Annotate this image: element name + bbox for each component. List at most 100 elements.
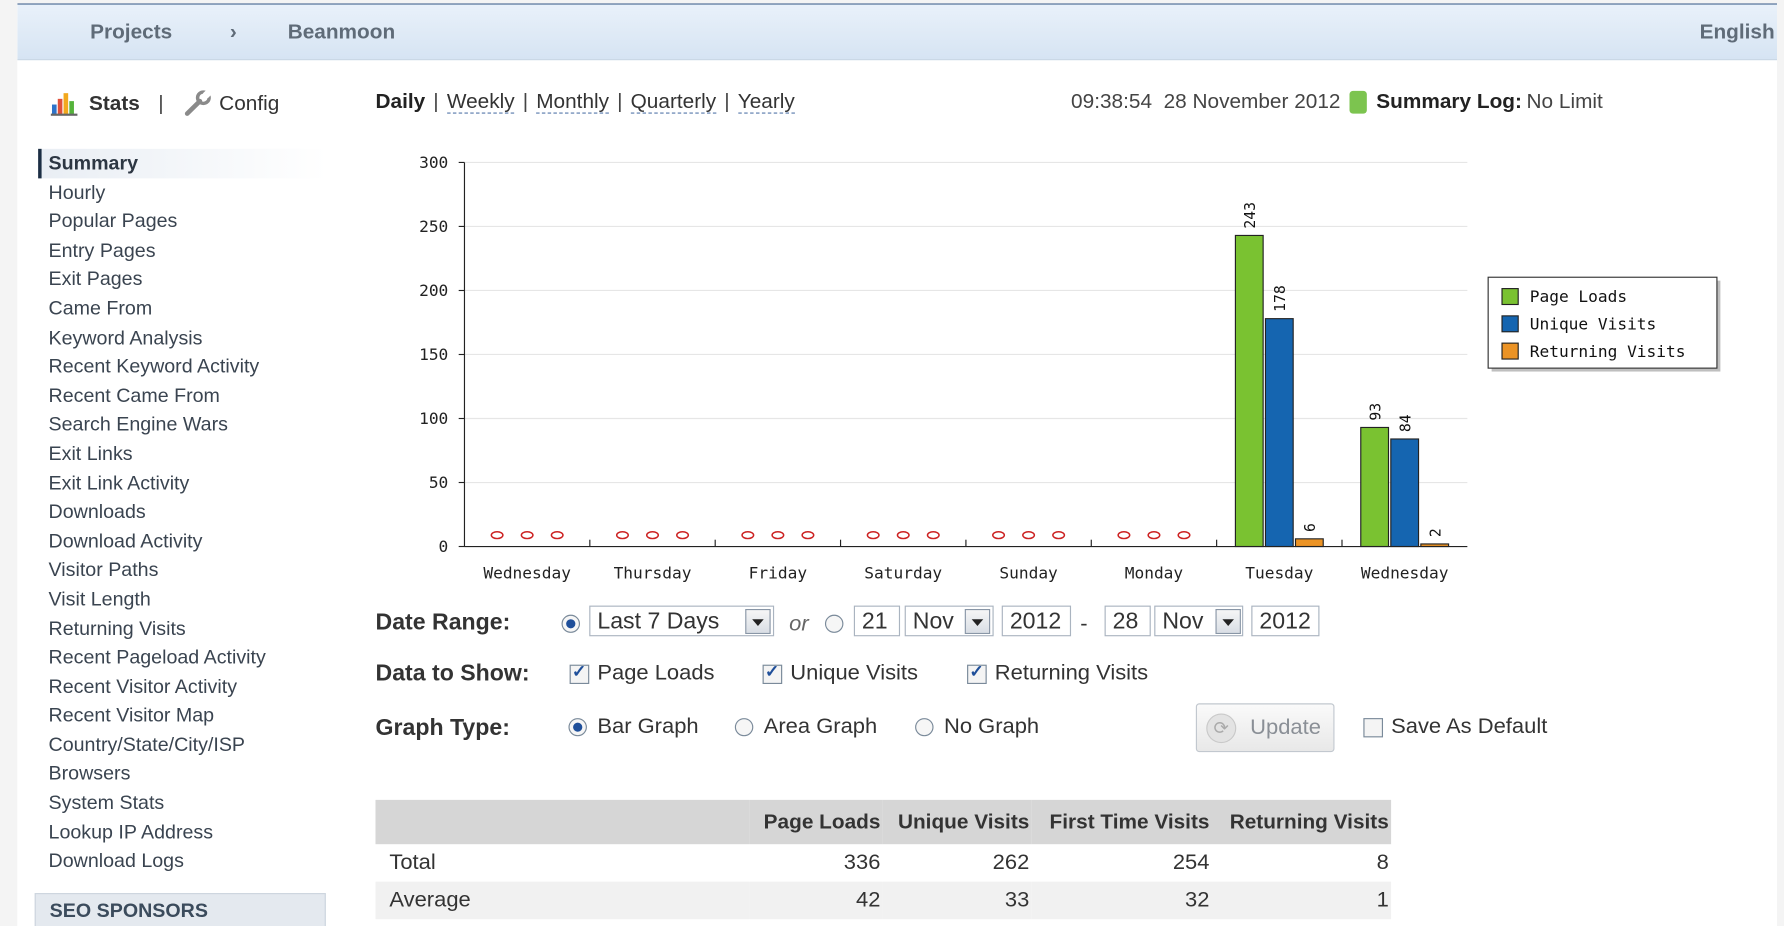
- breadcrumb-projects[interactable]: Projects: [90, 20, 172, 44]
- x-tick-label: Sunday: [999, 563, 1058, 582]
- zero-value-marker: [1147, 531, 1161, 540]
- to-year-field[interactable]: 2012: [1251, 605, 1320, 637]
- sidebar-item-recent-keyword-activity[interactable]: Recent Keyword Activity: [38, 352, 327, 381]
- sidebar-item-search-engine-wars[interactable]: Search Engine Wars: [38, 411, 327, 440]
- table-cell: 42: [855, 887, 881, 912]
- tab-yearly[interactable]: Yearly: [737, 89, 795, 114]
- no-graph-option[interactable]: No Graph: [944, 715, 1039, 740]
- sidebar-item-popular-pages[interactable]: Popular Pages: [38, 207, 327, 236]
- sidebar-item-exit-link-activity[interactable]: Exit Link Activity: [38, 469, 327, 498]
- tab-monthly[interactable]: Monthly: [536, 89, 610, 114]
- from-month-dropdown-icon[interactable]: [964, 609, 991, 634]
- sidebar-item-summary[interactable]: Summary: [38, 148, 327, 178]
- sidebar-item-visitor-paths[interactable]: Visitor Paths: [38, 556, 327, 585]
- returning-visits-option[interactable]: Returning Visits: [995, 661, 1148, 686]
- sidebar-item-lookup-ip-address[interactable]: Lookup IP Address: [38, 818, 327, 847]
- y-tick-label: 300: [419, 153, 448, 172]
- zero-value-marker: [801, 531, 815, 540]
- page-loads-option[interactable]: Page Loads: [597, 661, 714, 686]
- y-tick-label: 0: [439, 537, 449, 556]
- current-date: 28 November 2012: [1163, 89, 1341, 113]
- table-header-page-loads: Page Loads: [763, 810, 881, 833]
- stats-link[interactable]: Stats: [89, 91, 140, 115]
- to-day-field[interactable]: 28: [1104, 605, 1151, 637]
- update-button[interactable]: ⟳ Update: [1195, 703, 1335, 753]
- x-tick-label: Tuesday: [1245, 563, 1313, 582]
- save-default-checkbox[interactable]: [1363, 718, 1384, 738]
- unique-visits-checkbox[interactable]: [762, 661, 783, 684]
- area-graph-option[interactable]: Area Graph: [764, 715, 878, 740]
- bar-graph-option[interactable]: Bar Graph: [597, 715, 698, 740]
- bar-value-label: 243: [1241, 202, 1259, 229]
- bar-returning-visits: [1420, 543, 1450, 548]
- from-day-field[interactable]: 21: [853, 605, 901, 637]
- legend-label: Page Loads: [1530, 287, 1627, 306]
- config-link[interactable]: Config: [219, 91, 279, 115]
- tab-daily[interactable]: Daily: [376, 90, 426, 113]
- x-tick-label: Monday: [1125, 563, 1184, 582]
- range-preset-dropdown-icon[interactable]: [745, 609, 771, 634]
- seo-sponsors-header: SEO SPONSORS: [34, 893, 326, 926]
- zero-value-marker: [676, 531, 690, 540]
- save-default-option[interactable]: Save As Default: [1391, 715, 1547, 740]
- sidebar-item-system-stats[interactable]: System Stats: [38, 789, 327, 818]
- returning-visits-checkbox[interactable]: [967, 661, 987, 684]
- page-loads-checkbox[interactable]: [569, 661, 590, 684]
- sidebar-item-download-logs[interactable]: Download Logs: [38, 847, 327, 876]
- refresh-icon: ⟳: [1206, 712, 1237, 743]
- sidebar-item-recent-visitor-map[interactable]: Recent Visitor Map: [38, 701, 327, 730]
- breadcrumb-beanmoon[interactable]: Beanmoon: [288, 20, 395, 44]
- sidebar-menu: Summary Hourly Popular Pages Entry Pages Exi…: [38, 148, 327, 876]
- tab-weekly[interactable]: Weekly: [446, 89, 515, 114]
- sidebar-item-visit-length[interactable]: Visit Length: [38, 585, 327, 614]
- sidebar-item-keyword-analysis[interactable]: Keyword Analysis: [38, 323, 327, 352]
- y-tick-label: 150: [419, 345, 448, 364]
- sidebar-item-exit-links[interactable]: Exit Links: [38, 440, 327, 469]
- sidebar-item-hourly[interactable]: Hourly: [38, 178, 327, 207]
- table-cell: 32: [1185, 887, 1210, 912]
- status-indicator-icon: [1349, 90, 1368, 114]
- tab-divider: |: [522, 89, 529, 113]
- from-year-field[interactable]: 2012: [1001, 605, 1072, 637]
- zero-value-marker: [866, 531, 880, 540]
- no-graph-radio[interactable]: [915, 718, 934, 737]
- unique-visits-option[interactable]: Unique Visits: [790, 661, 918, 686]
- custom-range-radio[interactable]: [824, 614, 844, 633]
- x-tick-label: Saturday: [864, 563, 942, 582]
- bar-value-label: 2: [1426, 528, 1444, 537]
- bar-returning-visits: [1294, 538, 1324, 548]
- sidebar-item-recent-pageload-activity[interactable]: Recent Pageload Activity: [38, 643, 327, 672]
- sidebar-divider: |: [158, 91, 164, 115]
- legend-swatch: [1501, 315, 1519, 333]
- or-label: or: [789, 612, 809, 637]
- sidebar-item-exit-pages[interactable]: Exit Pages: [38, 265, 327, 294]
- language-selector[interactable]: English: [1700, 20, 1775, 44]
- table-header-unique-visits: Unique Visits: [897, 810, 1030, 833]
- sidebar-item-entry-pages[interactable]: Entry Pages: [38, 236, 327, 265]
- sidebar: Stats | Config Summary Hourly Popular Page…: [17, 58, 346, 926]
- area-graph-radio[interactable]: [734, 718, 754, 737]
- wrench-icon: [184, 89, 212, 116]
- preset-range-radio[interactable]: [561, 614, 581, 633]
- range-dash: -: [1080, 612, 1088, 637]
- to-month-dropdown-icon[interactable]: [1215, 609, 1241, 634]
- sidebar-item-returning-visits[interactable]: Returning Visits: [38, 614, 327, 643]
- bar-graph-radio[interactable]: [568, 718, 587, 737]
- zero-value-marker: [615, 531, 629, 540]
- sidebar-item-recent-came-from[interactable]: Recent Came From: [38, 381, 327, 410]
- zero-value-marker: [645, 531, 660, 540]
- table-cell: 262: [992, 850, 1030, 875]
- page: Projects › Beanmoon English Stats | Conf…: [17, 3, 1778, 926]
- sidebar-item-download-activity[interactable]: Download Activity: [38, 527, 327, 556]
- sidebar-item-country-state-city-isp[interactable]: Country/State/City/ISP: [38, 730, 327, 759]
- x-tick-label: Thursday: [614, 563, 692, 582]
- sidebar-item-browsers[interactable]: Browsers: [38, 760, 327, 789]
- tab-quarterly[interactable]: Quarterly: [630, 89, 717, 114]
- sidebar-item-recent-visitor-activity[interactable]: Recent Visitor Activity: [38, 672, 327, 701]
- sidebar-item-downloads[interactable]: Downloads: [38, 498, 327, 527]
- table-cell: Total: [389, 850, 436, 875]
- y-tick-label: 50: [429, 473, 448, 492]
- sidebar-item-came-from[interactable]: Came From: [38, 294, 327, 323]
- tab-divider: |: [433, 89, 439, 113]
- legend-label: Returning Visits: [1530, 342, 1686, 361]
